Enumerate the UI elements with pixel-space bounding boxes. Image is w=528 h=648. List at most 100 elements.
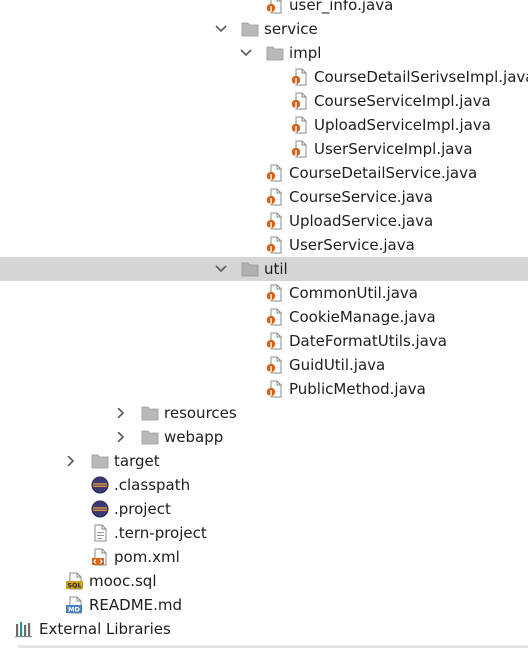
tree-item-publicmethod-java[interactable]: J PublicMethod.java [0, 377, 528, 401]
project-tree: J user_info.java service impl J CourseDe… [0, 0, 528, 641]
tree-item-commonutil-java[interactable]: J CommonUtil.java [0, 281, 528, 305]
tree-item-resources[interactable]: resources [0, 401, 528, 425]
tree-item-uploadservice-java[interactable]: J UploadService.java [0, 209, 528, 233]
tree-item-label: user_info.java [289, 0, 394, 14]
chevron-right-icon[interactable] [114, 425, 128, 449]
java-file-icon: J [266, 356, 284, 374]
folder-icon [141, 404, 159, 422]
tree-item-label: webapp [164, 428, 224, 446]
tree-item-label: CourseServiceImpl.java [314, 92, 491, 110]
svg-text:J: J [269, 317, 273, 325]
folder-icon [266, 44, 284, 62]
tree-item-label: CourseService.java [289, 188, 434, 206]
java-file-icon: J [291, 140, 309, 158]
tree-item-courseserviceimpl-java[interactable]: J CourseServiceImpl.java [0, 89, 528, 113]
tree-item-label: External Libraries [39, 620, 171, 638]
svg-text:J: J [294, 101, 298, 109]
tree-item-mooc-sql[interactable]: SQL mooc.sql [0, 569, 528, 593]
tree-item-dateformatutils-java[interactable]: J DateFormatUtils.java [0, 329, 528, 353]
tree-item-userservice-java[interactable]: J UserService.java [0, 233, 528, 257]
xml-file-icon [91, 548, 109, 566]
tree-item-webapp[interactable]: webapp [0, 425, 528, 449]
tree-item-label: UploadServiceImpl.java [314, 116, 491, 134]
tree-item-classpath[interactable]: .classpath [0, 473, 528, 497]
chevron-right-icon[interactable] [114, 401, 128, 425]
chevron-down-icon[interactable] [239, 41, 253, 65]
tree-item-cookiemanage-java[interactable]: J CookieManage.java [0, 305, 528, 329]
svg-text:J: J [269, 389, 273, 397]
libraries-icon [15, 620, 33, 638]
tree-item-user-info-java[interactable]: J user_info.java [0, 0, 528, 17]
svg-text:J: J [269, 341, 273, 349]
tree-item-label: util [264, 260, 288, 278]
svg-text:J: J [294, 149, 298, 157]
folder-icon [241, 20, 259, 38]
svg-text:J: J [269, 197, 273, 205]
svg-text:J: J [269, 365, 273, 373]
svg-text:J: J [269, 173, 273, 181]
tree-item-courseservice-java[interactable]: J CourseService.java [0, 185, 528, 209]
chevron-down-icon[interactable] [214, 17, 228, 41]
java-file-icon: J [291, 68, 309, 86]
tree-item-label: resources [164, 404, 237, 422]
eclipse-file-icon [91, 476, 109, 494]
tree-item-label: target [114, 452, 160, 470]
tree-item-service[interactable]: service [0, 17, 528, 41]
tree-item-label: UploadService.java [289, 212, 434, 230]
java-file-icon: J [266, 380, 284, 398]
java-file-icon: J [266, 0, 284, 14]
tree-item-label: GuidUtil.java [289, 356, 386, 374]
java-file-icon: J [266, 164, 284, 182]
tree-item-label: UserService.java [289, 236, 415, 254]
svg-text:J: J [269, 221, 273, 229]
tree-item-label: mooc.sql [89, 572, 157, 590]
java-file-icon: J [266, 188, 284, 206]
folder-icon [91, 452, 109, 470]
chevron-right-icon[interactable] [64, 449, 78, 473]
java-file-icon: J [266, 212, 284, 230]
java-file-icon: J [291, 92, 309, 110]
svg-text:J: J [269, 293, 273, 301]
tree-item-label: impl [289, 44, 322, 62]
tree-item-label: README.md [89, 596, 183, 614]
tree-item-label: CourseDetailService.java [289, 164, 478, 182]
tree-item-uploadserviceimpl-java[interactable]: J UploadServiceImpl.java [0, 113, 528, 137]
svg-text:J: J [269, 5, 273, 13]
tree-item-label: CookieManage.java [289, 308, 436, 326]
sql-file-icon: SQL [66, 572, 84, 590]
text-file-icon [91, 524, 109, 542]
svg-text:J: J [269, 245, 273, 253]
tree-item-target[interactable]: target [0, 449, 528, 473]
tree-item-util[interactable]: util [0, 257, 528, 281]
tree-item-coursedetailserivseimpl-java[interactable]: J CourseDetailSerivseImpl.java [0, 65, 528, 89]
tree-item-label: UserServiceImpl.java [314, 140, 473, 158]
tree-item-pom-xml[interactable]: pom.xml [0, 545, 528, 569]
java-file-icon: J [266, 332, 284, 350]
tree-item-impl[interactable]: impl [0, 41, 528, 65]
svg-text:J: J [294, 125, 298, 133]
svg-text:SQL: SQL [67, 582, 81, 590]
tree-item-label: service [264, 20, 318, 38]
tree-item-label: PublicMethod.java [289, 380, 426, 398]
tree-item-external-libraries[interactable]: External Libraries [0, 617, 528, 641]
tree-item-label: .tern-project [114, 524, 207, 542]
tree-item-label: pom.xml [114, 548, 180, 566]
tree-item-project[interactable]: .project [0, 497, 528, 521]
tree-item-coursedetailservice-java[interactable]: J CourseDetailService.java [0, 161, 528, 185]
folder-icon [141, 428, 159, 446]
eclipse-file-icon [91, 500, 109, 518]
tree-item-guidutil-java[interactable]: J GuidUtil.java [0, 353, 528, 377]
svg-text:J: J [294, 77, 298, 85]
chevron-down-icon[interactable] [214, 257, 228, 281]
tree-item-tern-project[interactable]: .tern-project [0, 521, 528, 545]
tree-item-label: CommonUtil.java [289, 284, 418, 302]
tree-item-label: DateFormatUtils.java [289, 332, 447, 350]
tree-item-label: .classpath [114, 476, 191, 494]
tree-item-userserviceimpl-java[interactable]: J UserServiceImpl.java [0, 137, 528, 161]
java-file-icon: J [266, 308, 284, 326]
tree-item-readme-md[interactable]: MD README.md [0, 593, 528, 617]
java-file-icon: J [266, 284, 284, 302]
svg-text:MD: MD [68, 606, 80, 614]
markdown-file-icon: MD [66, 596, 84, 614]
tree-item-label: CourseDetailSerivseImpl.java [314, 68, 528, 86]
